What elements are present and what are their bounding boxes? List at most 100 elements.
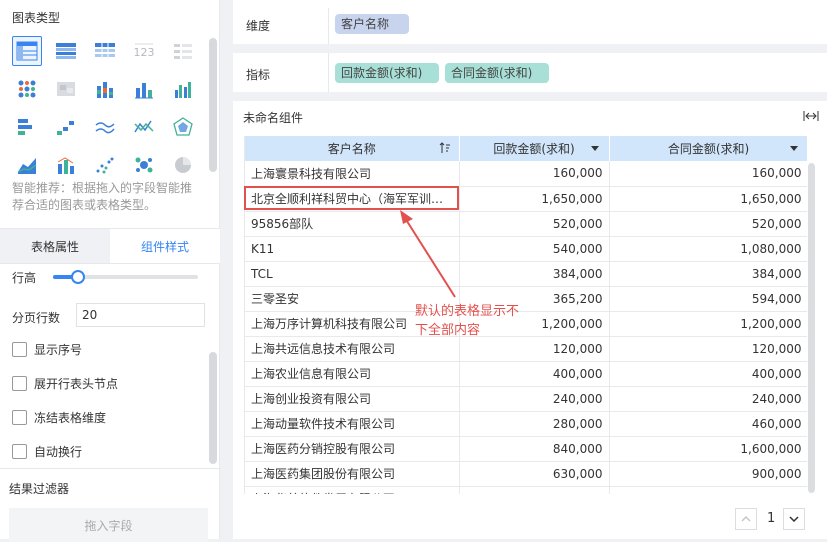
checkbox-expand-row-header[interactable]: 展开行表头节点 <box>12 375 118 392</box>
chevron-down-icon[interactable] <box>590 146 599 151</box>
cell-contract[interactable]: 384,000 <box>609 261 807 287</box>
dimension-field-pill[interactable]: 客户名称 <box>335 14 409 34</box>
cell-payment[interactable]: 280,000 <box>459 411 610 437</box>
cell-contract[interactable]: 900,000 <box>609 461 807 487</box>
chart-type-scrollbar[interactable] <box>209 38 217 172</box>
chevron-down-icon[interactable] <box>789 146 798 151</box>
table-row[interactable]: 上海医药集团股份有限公司 630,000 900,000 <box>245 461 807 487</box>
next-page-button[interactable] <box>783 508 805 530</box>
bar-chart-icon[interactable] <box>12 112 42 142</box>
cell-payment[interactable]: 1,650,000 <box>459 186 610 212</box>
cell-payment[interactable]: 520,000 <box>459 211 610 237</box>
cell-customer[interactable]: K11 <box>245 236 460 262</box>
table-row[interactable]: 95856部队 520,000 520,000 <box>245 211 807 237</box>
cell-payment[interactable]: 400,000 <box>459 361 610 387</box>
step-chart-icon[interactable] <box>51 112 81 142</box>
page-number: 1 <box>767 511 776 526</box>
column-header-contract[interactable]: 合同金额(求和) <box>609 136 807 161</box>
kpi-number-icon[interactable]: 123 <box>129 36 159 66</box>
grouped-column-icon[interactable] <box>168 74 198 104</box>
cell-contract[interactable]: 520,000 <box>609 211 807 237</box>
combo-chart-icon[interactable] <box>51 150 81 180</box>
cell-customer[interactable]: TCL <box>245 261 460 287</box>
cell-contract[interactable]: 1,200,000 <box>609 311 807 337</box>
cell-customer[interactable]: 上海医药分销控股有限公司 <box>245 436 460 462</box>
cell-contract[interactable]: 460,000 <box>609 411 807 437</box>
page-rows-input[interactable]: 20 <box>76 303 205 327</box>
widget-title: 未命名组件 <box>243 111 304 125</box>
checkbox-show-index[interactable]: 显示序号 <box>12 341 82 358</box>
cell-customer[interactable]: 上海农业信息有限公司 <box>245 361 460 387</box>
checkbox-label: 冻结表格维度 <box>34 411 107 425</box>
cell-payment[interactable]: 384,000 <box>459 261 610 287</box>
table-row[interactable]: K11 540,000 1,080,000 <box>245 236 807 262</box>
cell-contract[interactable]: 120,000 <box>609 336 807 362</box>
table-row[interactable]: 上海寰景科技有限公司 160,000 160,000 <box>245 161 807 187</box>
row-height-label: 行高 <box>12 271 37 285</box>
cell-payment[interactable]: 840,000 <box>459 436 610 462</box>
table-scrollbar[interactable] <box>808 163 815 493</box>
checkbox-box[interactable] <box>12 376 27 391</box>
table-detail-icon[interactable] <box>90 36 120 66</box>
radar-chart-icon[interactable] <box>168 112 198 142</box>
scatter-chart-icon[interactable] <box>90 150 120 180</box>
text-table-icon[interactable] <box>168 36 198 66</box>
cell-contract[interactable]: 400,000 <box>609 361 807 387</box>
cell-contract[interactable]: 1,650,000 <box>609 186 807 212</box>
dot-matrix-icon[interactable] <box>12 74 42 104</box>
checkbox-auto-wrap[interactable]: 自动换行 <box>12 443 82 460</box>
bubble-chart-icon[interactable] <box>129 150 159 180</box>
pie-chart-icon[interactable] <box>168 150 198 180</box>
cell-contract[interactable]: 240,000 <box>609 386 807 412</box>
cell-payment[interactable]: 160,000 <box>459 161 610 187</box>
tab-component-style[interactable]: 组件样式 <box>110 229 220 263</box>
cell-customer[interactable]: 上海动量软件技术有限公司 <box>245 411 460 437</box>
cell-customer[interactable]: 上海创业投资有限公司 <box>245 386 460 412</box>
table-row[interactable]: 上海创业投资有限公司 240,000 240,000 <box>245 386 807 412</box>
column-chart-icon[interactable] <box>129 74 159 104</box>
checkbox-freeze-dimension[interactable]: 冻结表格维度 <box>12 409 106 426</box>
cell-payment[interactable]: 630,000 <box>459 461 610 487</box>
stacked-column-icon[interactable] <box>90 74 120 104</box>
cell-customer[interactable]: 95856部队 <box>245 211 460 237</box>
metric-field-pill[interactable]: 回款金额(求和) <box>335 63 439 83</box>
tab-table-properties[interactable]: 表格属性 <box>0 229 110 263</box>
cell-contract[interactable]: 1,600,000 <box>609 436 807 462</box>
table-cross-icon[interactable] <box>51 36 81 66</box>
cell-contract[interactable]: 594,000 <box>609 286 807 312</box>
table-row[interactable]: 上海华美软件发展有限公司250,000250,000 <box>245 486 807 494</box>
column-header-customer[interactable]: 客户名称 <box>245 136 460 161</box>
table-row[interactable]: 上海动量软件技术有限公司 280,000 460,000 <box>245 411 807 437</box>
cell-payment[interactable]: 250,000 <box>459 486 610 494</box>
cell-contract[interactable]: 1,080,000 <box>609 236 807 262</box>
header-label: 客户名称 <box>327 142 376 156</box>
area-chart-icon[interactable] <box>12 150 42 180</box>
filter-drop-zone[interactable]: 拖入字段 <box>9 508 208 542</box>
heatmap-icon[interactable] <box>51 74 81 104</box>
cell-customer[interactable]: 上海医药集团股份有限公司 <box>245 461 460 487</box>
cell-contract[interactable]: 160,000 <box>609 161 807 187</box>
checkbox-box[interactable] <box>12 342 27 357</box>
metric-field-pill[interactable]: 合同金额(求和) <box>445 63 549 83</box>
style-scrollbar[interactable] <box>209 352 217 464</box>
checkbox-label: 显示序号 <box>34 343 83 357</box>
cell-payment[interactable]: 240,000 <box>459 386 610 412</box>
column-header-payment[interactable]: 回款金额(求和) <box>459 136 610 161</box>
cell-customer[interactable]: 上海寰景科技有限公司 <box>245 161 460 187</box>
row-height-slider-knob[interactable] <box>70 270 85 284</box>
checkbox-box[interactable] <box>12 410 27 425</box>
multi-line-icon[interactable] <box>129 112 159 142</box>
table-group-icon[interactable] <box>12 36 42 66</box>
table-row[interactable]: 上海医药分销控股有限公司 840,000 1,600,000 <box>245 436 807 462</box>
cell-contract[interactable]: 250,000 <box>609 486 807 494</box>
table-row[interactable]: 上海农业信息有限公司 400,000 400,000 <box>245 361 807 387</box>
line-chart-icon[interactable] <box>90 112 120 142</box>
row-height-slider[interactable] <box>53 270 198 284</box>
checkbox-box[interactable] <box>12 444 27 459</box>
fit-width-icon[interactable] <box>803 109 819 123</box>
cell-payment[interactable]: 540,000 <box>459 236 610 262</box>
sort-icon[interactable] <box>439 142 451 154</box>
cell-customer[interactable]: 上海华美软件发展有限公司 <box>245 486 460 494</box>
table-row[interactable]: TCL 384,000 384,000 <box>245 261 807 287</box>
prev-page-button[interactable] <box>735 508 757 530</box>
